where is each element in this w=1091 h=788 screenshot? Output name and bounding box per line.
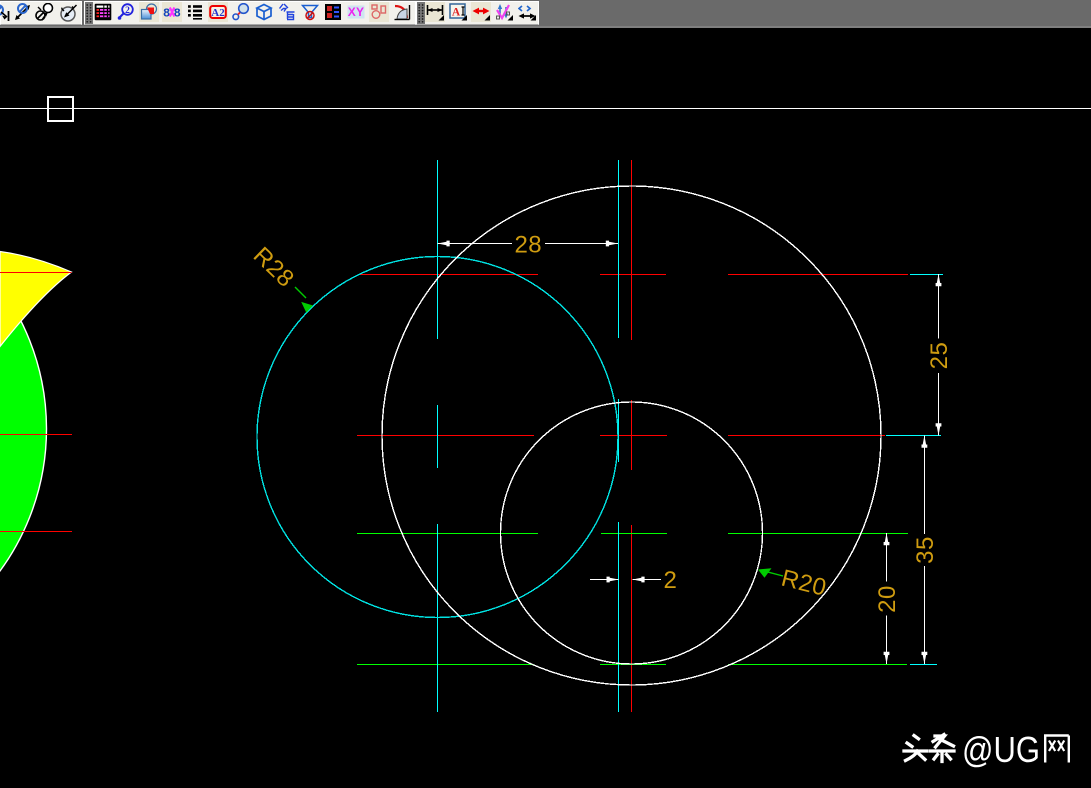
svg-text:A: A <box>452 7 461 19</box>
svg-text:20: 20 <box>874 585 901 613</box>
svg-text:@UG: @UG <box>962 731 1040 769</box>
svg-text:R28: R28 <box>248 242 300 293</box>
svg-text:2: 2 <box>664 567 677 594</box>
svg-text:25: 25 <box>926 342 953 370</box>
svg-text:2: 2 <box>125 6 130 16</box>
svg-text:X: X <box>348 5 356 19</box>
svg-text:28: 28 <box>514 232 542 259</box>
svg-text:A2: A2 <box>211 7 225 19</box>
svg-text:35: 35 <box>912 536 939 564</box>
svg-text:8: 8 <box>163 7 170 21</box>
svg-text:Y: Y <box>356 5 364 19</box>
svg-text:R20: R20 <box>779 565 830 602</box>
